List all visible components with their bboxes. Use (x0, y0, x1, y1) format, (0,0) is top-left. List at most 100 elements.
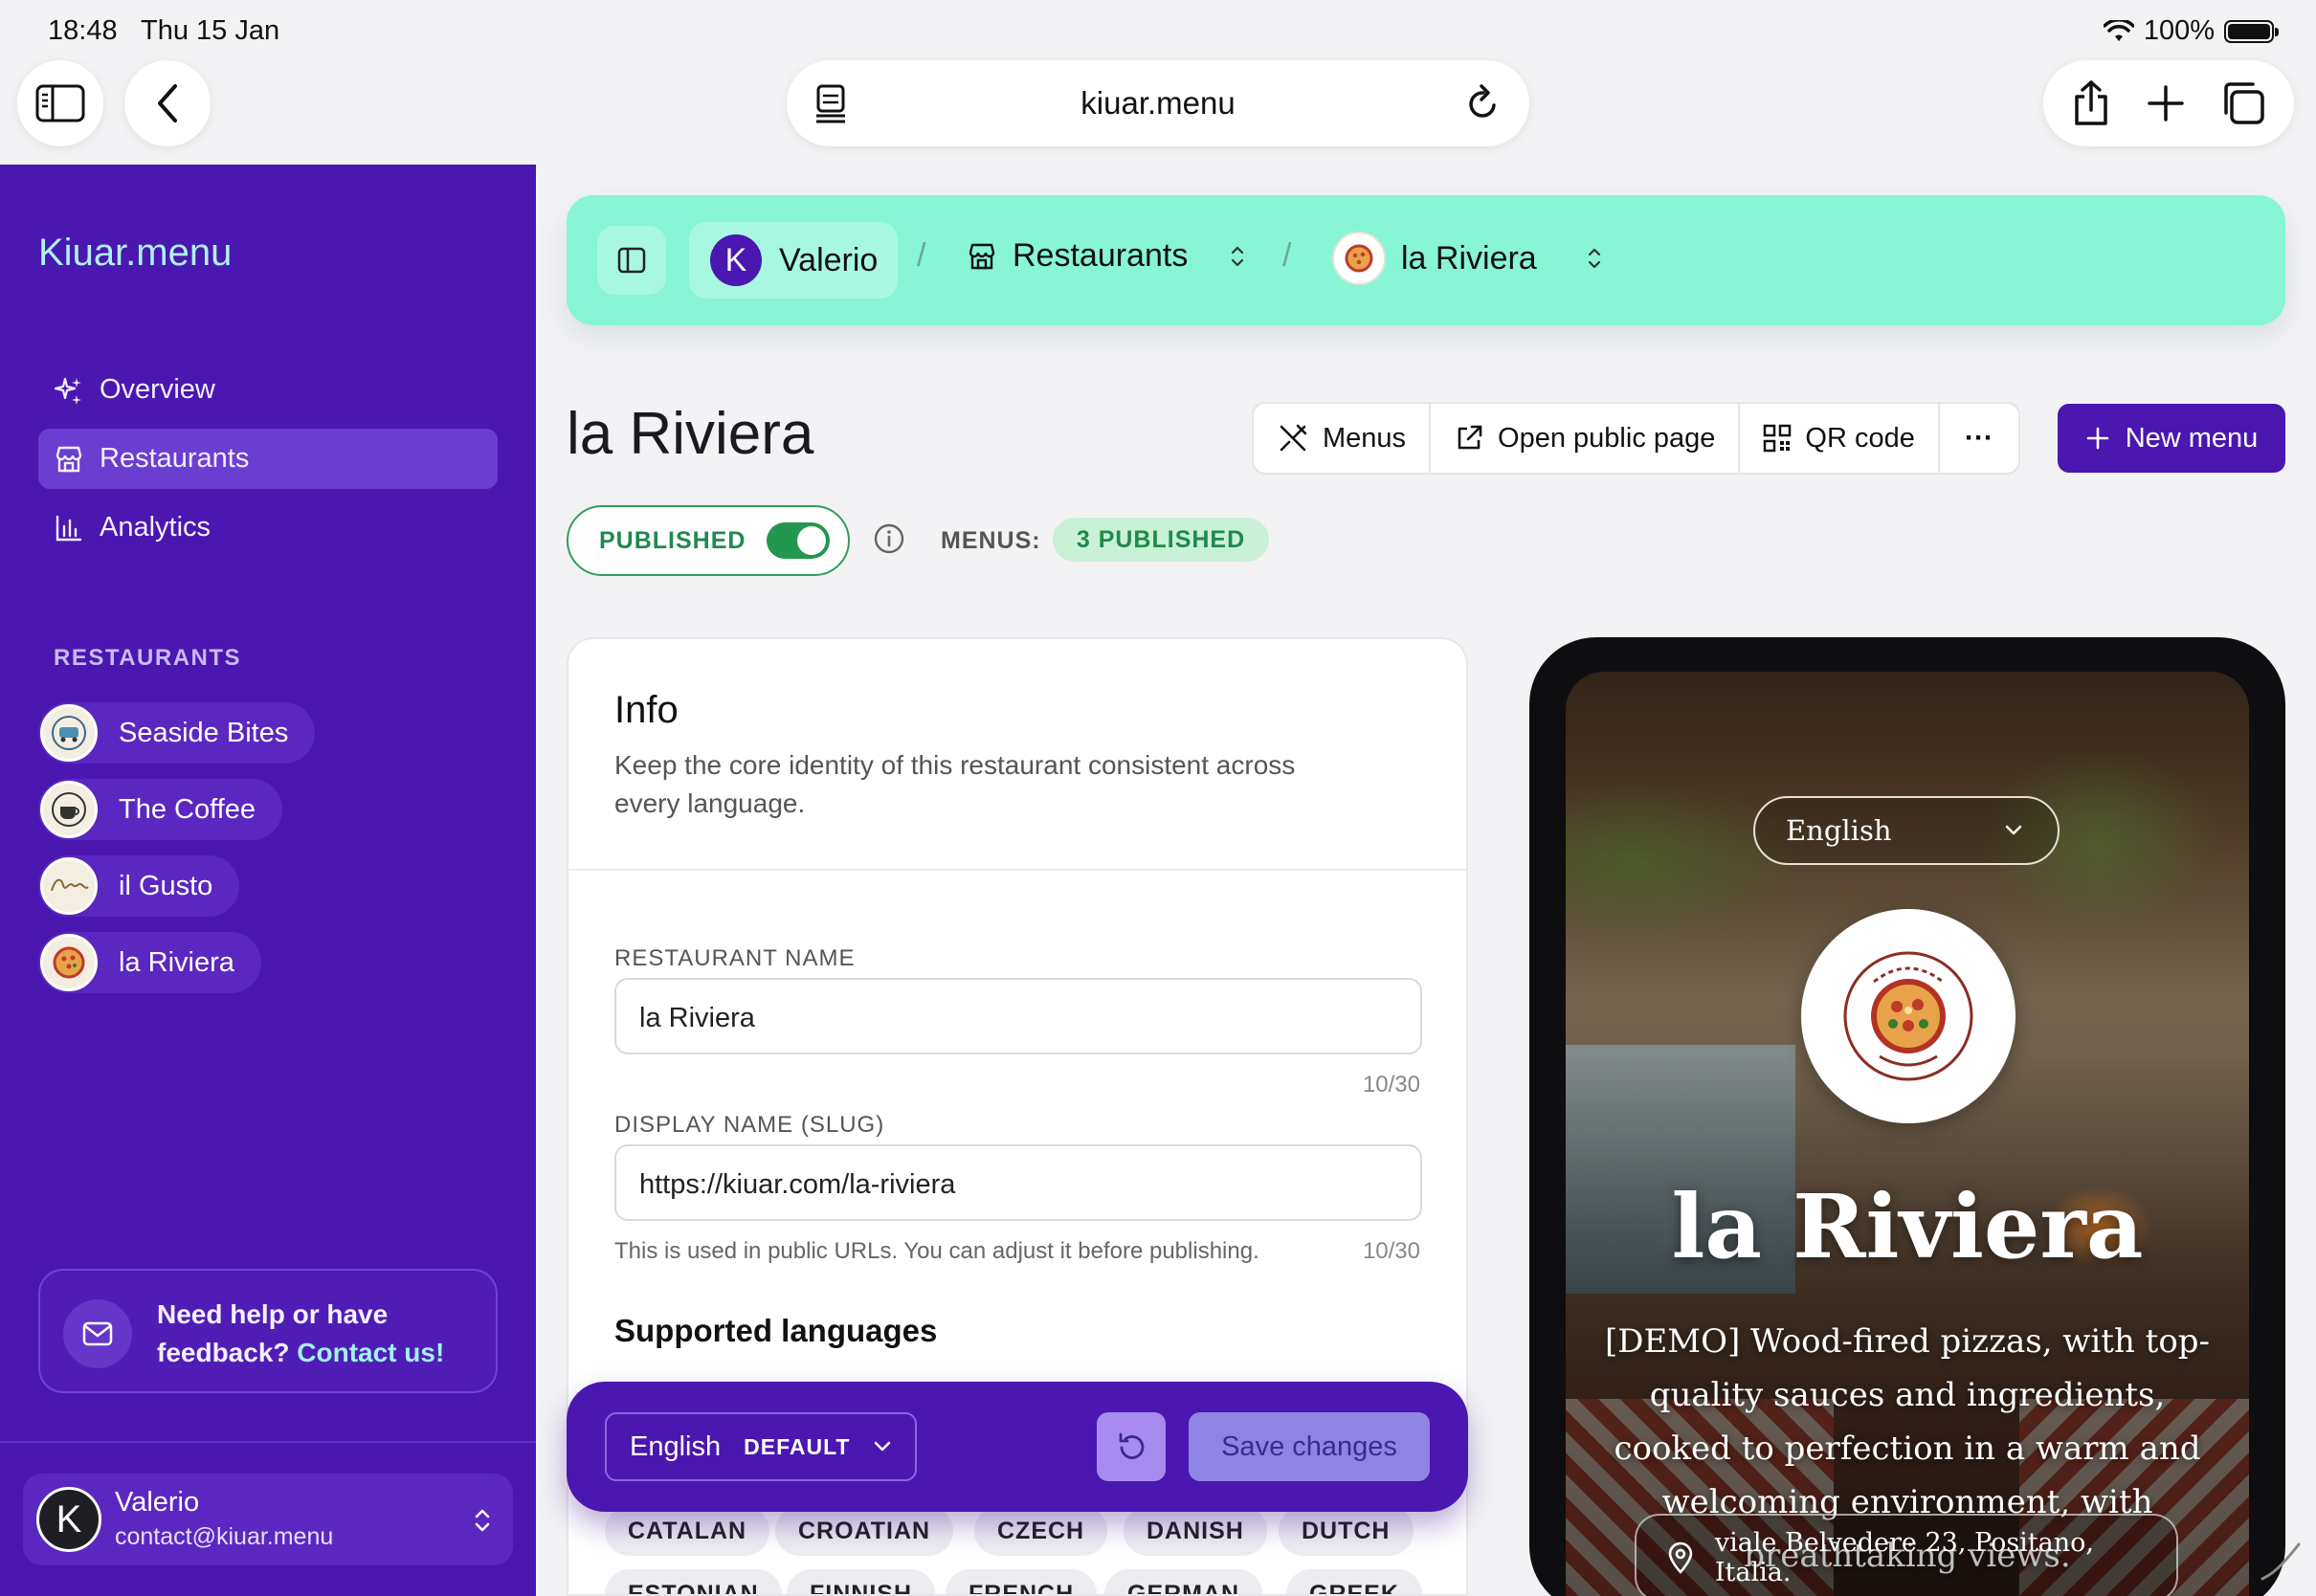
chevron-up-down-icon (1588, 248, 1600, 269)
divider (0, 1441, 536, 1443)
language-chip[interactable]: DANISH (1124, 1506, 1267, 1556)
battery-icon (2224, 19, 2279, 43)
url-text: kiuar.menu (1080, 85, 1236, 121)
share-icon[interactable] (2071, 79, 2111, 127)
nav-label: Overview (100, 374, 215, 405)
user-email: contact@kiuar.menu (115, 1523, 334, 1550)
chevron-up-down-icon (475, 1509, 490, 1532)
info-description: Keep the core identity of this restauran… (614, 750, 1296, 818)
restaurant-name-counter: 10/30 (1362, 1072, 1420, 1097)
phone-preview: English la Riviera [DEMO] Wood-fired piz… (1529, 637, 2285, 1596)
status-date: Thu 15 Jan (141, 15, 280, 46)
user-avatar: K (710, 234, 762, 286)
mail-icon (63, 1299, 132, 1368)
restaurant-list: Seaside Bites The Coffee il Gusto la Riv… (38, 702, 316, 1009)
language-chip[interactable]: CROATIAN (775, 1506, 954, 1556)
contact-us-link[interactable]: Contact us! (297, 1338, 444, 1367)
language-chip[interactable]: GREEK (1286, 1569, 1422, 1594)
restaurant-item-seaside-bites[interactable]: Seaside Bites (38, 702, 316, 764)
pencil-hover-icon (2260, 1542, 2301, 1581)
toggle-switch[interactable] (767, 522, 831, 559)
status-time: 18:48 (48, 15, 118, 46)
more-options-button[interactable]: ··· (1940, 404, 2018, 473)
nav-item-restaurants[interactable]: Restaurants (38, 429, 498, 489)
app-sidebar: Kiuar.menu Overview Restaurants Analytic… (0, 165, 536, 1596)
qr-code-button[interactable]: QR code (1740, 404, 1940, 473)
published-label: PUBLISHED (599, 526, 746, 554)
breadcrumb-restaurants[interactable]: Restaurants (967, 237, 1247, 275)
menus-status-badge: 3 PUBLISHED (1053, 518, 1269, 562)
chevron-left-icon (158, 84, 177, 122)
language-chip[interactable]: ESTONIAN (605, 1569, 782, 1594)
language-chip[interactable]: CATALAN (605, 1506, 770, 1556)
restaurant-logo (1332, 232, 1386, 285)
slug-input[interactable]: https://kiuar.com/la-riviera (614, 1144, 1422, 1221)
back-button[interactable] (124, 60, 211, 146)
slug-help-text: This is used in public URLs. You can adj… (614, 1238, 1259, 1264)
tabs-overview-icon[interactable] (2220, 80, 2266, 126)
restaurant-logo (40, 857, 98, 915)
qr-code-label: QR code (1805, 422, 1915, 454)
language-chip[interactable]: FRENCH (946, 1569, 1098, 1594)
breadcrumb-user[interactable]: K Valerio (689, 222, 898, 299)
page-title: la Riviera (567, 401, 814, 467)
preview-language-select[interactable]: English (1753, 796, 2060, 865)
menus-label: MENUS: (941, 527, 1041, 554)
language-chip[interactable]: CZECH (974, 1506, 1108, 1556)
restaurant-name-input[interactable]: la Riviera (614, 978, 1422, 1054)
restaurant-name-label: RESTAURANT NAME (614, 945, 856, 971)
external-link-icon (1458, 425, 1482, 450)
menus-button[interactable]: Menus (1254, 404, 1432, 473)
info-icon[interactable] (873, 522, 905, 555)
reset-changes-button[interactable] (1097, 1412, 1166, 1481)
store-icon (969, 243, 995, 269)
language-chip[interactable]: FINNISH (787, 1569, 935, 1594)
breadcrumb: K Valerio / Restaurants / la Riviera (567, 195, 2285, 325)
brand-logo[interactable]: Kiuar.menu (38, 232, 232, 275)
default-tag: DEFAULT (744, 1433, 851, 1459)
new-tab-icon[interactable] (2147, 84, 2185, 122)
action-toolbar: Menus Open public page QR code ··· (1252, 402, 2020, 475)
breadcrumb-separator: / (1282, 237, 1292, 274)
new-menu-button[interactable]: New menu (2058, 404, 2285, 473)
supported-languages-title: Supported languages (614, 1313, 938, 1348)
store-icon (56, 446, 82, 472)
preview-restaurant-title: la Riviera (1671, 1175, 2144, 1278)
address-bar[interactable]: kiuar.menu (787, 60, 1529, 146)
nav-item-analytics[interactable]: Analytics (38, 498, 498, 558)
restaurant-logo (40, 934, 98, 991)
nav-label: Restaurants (100, 443, 250, 474)
nav-item-overview[interactable]: Overview (38, 360, 498, 420)
info-title: Info (614, 689, 679, 731)
menus-button-label: Menus (1323, 422, 1407, 454)
save-bar: English DEFAULT Save changes (567, 1382, 1468, 1512)
published-toggle[interactable]: PUBLISHED (567, 505, 850, 576)
restaurant-item-the-coffee[interactable]: The Coffee (38, 779, 282, 840)
nav-label: Analytics (100, 512, 212, 543)
browser-actions (2043, 60, 2294, 146)
language-select[interactable]: English DEFAULT (605, 1412, 917, 1481)
language-chip[interactable]: DUTCH (1279, 1506, 1414, 1556)
chevron-up-down-icon (1232, 246, 1244, 266)
language-chip[interactable]: GERMAN (1104, 1569, 1263, 1594)
save-changes-button[interactable]: Save changes (1189, 1412, 1430, 1481)
chevron-down-icon (875, 1441, 891, 1452)
open-public-page-button[interactable]: Open public page (1431, 404, 1741, 473)
preview-screen: English la Riviera [DEMO] Wood-fired piz… (1566, 672, 2249, 1596)
map-pin-icon (1668, 1541, 1693, 1574)
preview-address[interactable]: viale Belvedere 23, Positano, Italia. (1635, 1514, 2178, 1596)
restaurant-logo (40, 781, 98, 838)
breadcrumb-current-restaurant[interactable]: la Riviera (1332, 232, 1604, 285)
sidebar-toggle-button[interactable] (17, 60, 103, 146)
help-card: Need help or have feedback? Contact us! (38, 1269, 498, 1393)
utensils-crossed-icon (1280, 424, 1307, 452)
restaurants-section-label: RESTAURANTS (54, 645, 242, 671)
panel-toggle-button[interactable] (597, 226, 666, 295)
reload-icon[interactable] (1464, 81, 1503, 123)
restaurant-item-la-riviera[interactable]: la Riviera (38, 932, 261, 993)
restaurant-item-il-gusto[interactable]: il Gusto (38, 855, 240, 917)
undo-icon (1119, 1432, 1145, 1459)
preview-address-text: viale Belvedere 23, Positano, Italia. (1714, 1528, 2094, 1587)
status-bar: 18:48 Thu 15 Jan 100% (0, 0, 2316, 59)
account-switcher[interactable]: K Valerio contact@kiuar.menu (23, 1474, 513, 1565)
